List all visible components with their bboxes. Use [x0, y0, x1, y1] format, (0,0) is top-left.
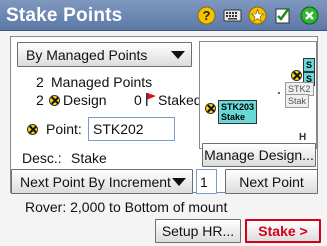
svg-text:?: ?	[203, 8, 211, 23]
map-north-label: H	[299, 132, 307, 143]
map-preview[interactable]: S S STK2 Stak STK203 Stake H	[199, 41, 317, 149]
map-point-label-faded: Stak	[285, 94, 310, 108]
point-design-icon	[27, 124, 38, 135]
managed-count: 2	[36, 74, 44, 90]
chevron-down-icon	[171, 50, 185, 59]
mode-dropdown-value: By Managed Points	[26, 46, 148, 63]
window-title: Stake Points	[6, 5, 123, 26]
mode-dropdown[interactable]: By Managed Points	[17, 42, 192, 67]
design-point-icon	[49, 95, 60, 106]
map-point-label: STK203 Stake	[218, 100, 258, 124]
next-mode-dropdown[interactable]: Next Point By Increment	[11, 169, 193, 194]
title-bar: Stake Points ?	[0, 0, 327, 31]
staked-label: Staked	[158, 92, 202, 108]
design-label: Design	[63, 92, 107, 108]
map-design-point-icon	[205, 103, 216, 114]
manage-design-button[interactable]: Manage Design...	[202, 143, 316, 167]
help-icon[interactable]: ?	[197, 6, 216, 25]
next-mode-dropdown-value: Next Point By Increment	[20, 173, 171, 190]
desc-value: Stake	[71, 150, 107, 166]
increment-input[interactable]: 1	[196, 169, 217, 194]
design-count: 2	[36, 92, 44, 108]
keyboard-icon[interactable]	[223, 6, 242, 25]
desc-label: Desc.:	[22, 150, 62, 166]
close-icon[interactable]	[300, 6, 319, 25]
rover-status: Rover: 2,000 to Bottom of mount	[25, 199, 228, 215]
next-point-button[interactable]: Next Point	[225, 169, 318, 194]
staked-flag-icon	[146, 93, 156, 106]
setup-hr-button[interactable]: Setup HR...	[155, 219, 241, 243]
point-label: Point:	[46, 121, 82, 137]
chevron-down-icon	[172, 177, 186, 186]
map-design-point-icon	[291, 70, 302, 81]
content-area: By Managed Points 2 Managed Points 2 Des…	[0, 31, 327, 246]
point-input[interactable]: STK202	[88, 117, 175, 141]
favorites-star-icon[interactable]	[248, 6, 267, 25]
stake-button[interactable]: Stake >	[245, 219, 321, 243]
point-selection-panel: By Managed Points 2 Managed Points 2 Des…	[10, 36, 318, 194]
managed-label: Managed Points	[51, 74, 153, 90]
accept-check-icon[interactable]	[273, 6, 292, 25]
staked-count: 0	[134, 92, 142, 108]
map-point-dot	[278, 92, 280, 94]
map-point-label: S	[303, 58, 316, 72]
